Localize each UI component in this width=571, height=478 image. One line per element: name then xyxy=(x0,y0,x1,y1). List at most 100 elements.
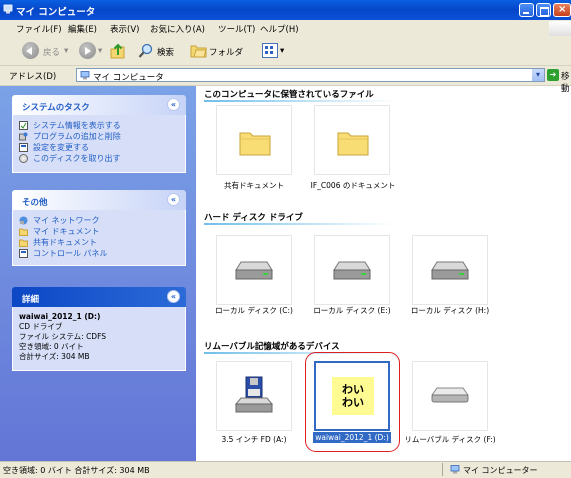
menu-edit[interactable]: 編集(E) xyxy=(68,23,97,35)
details-header[interactable]: 詳細 « xyxy=(12,287,186,307)
go-arrow-icon[interactable]: ➔ xyxy=(547,69,559,81)
floppy-drive-label: 3.5 インチ FD (A:) xyxy=(221,435,287,444)
close-icon: × xyxy=(558,4,567,15)
task-change-settings[interactable]: 設定を変更する xyxy=(19,142,179,153)
address-dropdown-icon[interactable]: ▾ xyxy=(532,69,544,81)
shared-folder-icon xyxy=(19,239,28,247)
control-panel-icon xyxy=(19,249,28,258)
collapse-chevron-icon[interactable]: « xyxy=(167,290,180,303)
system-tasks-header[interactable]: システムのタスク « xyxy=(12,95,186,115)
address-bar: アドレス(D) マイ コンピュータ ▾ ➔ 移動 xyxy=(0,66,571,94)
menu-favorites[interactable]: お気に入り(A) xyxy=(150,23,205,35)
other-places-header[interactable]: その他 « xyxy=(12,190,186,210)
menu-file[interactable]: ファイル(F) xyxy=(16,23,62,35)
forward-dropdown-icon[interactable]: ▾ xyxy=(98,46,102,56)
views-icon xyxy=(265,46,273,54)
hard-drive-icon xyxy=(333,261,371,280)
place-my-documents[interactable]: マイ ドキュメント xyxy=(19,226,179,237)
status-location: マイ コンピューター xyxy=(463,466,538,475)
eject-disc-icon xyxy=(19,154,28,163)
my-computer-small-icon xyxy=(80,71,90,80)
back-dropdown-icon[interactable]: ▾ xyxy=(64,46,68,56)
menu-view[interactable]: 表示(V) xyxy=(110,23,139,35)
toolbar: 戻る ▾ ▾ 検索 フォルダ ▾ xyxy=(0,37,571,66)
cd-drive-tile[interactable]: わい わい xyxy=(314,361,390,431)
section-removable-devices: リムーバブル記憶域があるデバイス xyxy=(204,342,340,352)
forward-button[interactable] xyxy=(79,42,96,59)
task-add-remove-programs[interactable]: プログラムの追加と削除 xyxy=(19,131,179,142)
drive-e-label: ローカル ディスク (E:) xyxy=(313,306,391,315)
search-button[interactable]: 検索 xyxy=(157,46,174,58)
menu-tools[interactable]: ツール(T) xyxy=(218,23,255,35)
task-view-system-info[interactable]: システム情報を表示する xyxy=(19,120,179,131)
control-panel-icon xyxy=(19,143,28,152)
go-button[interactable]: 移動 xyxy=(561,70,571,94)
floppy-drive-tile[interactable] xyxy=(216,361,292,431)
collapse-chevron-icon[interactable]: « xyxy=(167,98,180,111)
menu-bar: ファイル(F) 編集(E) 表示(V) お気に入り(A) ツール(T) ヘルプ(… xyxy=(0,20,571,38)
maximize-icon xyxy=(540,7,549,16)
place-shared-documents[interactable]: 共有ドキュメント xyxy=(19,237,179,248)
task-eject-disc[interactable]: このディスクを取り出す xyxy=(19,153,179,164)
removable-disk-icon xyxy=(431,387,469,403)
shared-documents-label: 共有ドキュメント xyxy=(224,181,284,190)
address-label: アドレス(D) xyxy=(9,72,57,82)
drive-h-label: ローカル ディスク (H:) xyxy=(410,306,490,315)
minimize-button[interactable] xyxy=(519,3,534,17)
status-text: 空き領域: 0 バイト 合計サイズ: 304 MB xyxy=(3,466,150,475)
cd-label-art: わい わい xyxy=(332,377,374,415)
views-button[interactable] xyxy=(262,43,278,58)
place-my-network[interactable]: マイ ネットワーク xyxy=(19,215,179,226)
system-tasks-panel: システムのタスク « システム情報を表示する プログラムの追加と削除 設定を変更す… xyxy=(12,95,186,173)
details-free-space: 空き領域: 0 バイト xyxy=(19,342,84,351)
address-input[interactable]: マイ コンピュータ ▾ xyxy=(76,68,545,83)
removable-disk-tile[interactable] xyxy=(412,361,488,431)
drive-h-tile[interactable] xyxy=(412,235,488,305)
hard-drive-icon xyxy=(431,261,469,280)
place-control-panel[interactable]: コントロール パネル xyxy=(19,248,179,259)
details-filesystem: ファイル システム: CDFS xyxy=(19,332,107,341)
section-stored-files: このコンピュータに保管されているファイル xyxy=(204,90,374,100)
minimize-icon xyxy=(523,12,529,14)
views-dropdown-icon[interactable]: ▾ xyxy=(280,46,284,56)
address-value: マイ コンピュータ xyxy=(93,73,164,83)
other-places-panel: その他 « マイ ネットワーク マイ ドキュメント 共有ドキュメント コントロール… xyxy=(12,190,186,266)
drive-c-label: ローカル ディスク (C:) xyxy=(215,306,293,315)
status-divider xyxy=(442,463,443,476)
details-name: waiwai_2012_1 (D:) xyxy=(19,312,101,321)
section-hard-disk-drives: ハード ディスク ドライブ xyxy=(204,213,303,223)
close-button[interactable]: × xyxy=(553,3,571,17)
maximize-button[interactable] xyxy=(536,3,551,17)
section-divider xyxy=(204,223,394,225)
user-documents-tile[interactable] xyxy=(314,105,390,175)
drive-c-tile[interactable] xyxy=(216,235,292,305)
folders-button[interactable]: フォルダ xyxy=(209,46,243,58)
collapse-chevron-icon[interactable]: « xyxy=(167,193,180,206)
system-info-icon xyxy=(19,121,28,130)
back-button[interactable]: 戻る xyxy=(43,46,60,58)
my-computer-icon xyxy=(3,4,13,14)
drive-e-tile[interactable] xyxy=(314,235,390,305)
details-total-size: 合計サイズ: 304 MB xyxy=(19,352,90,361)
status-bar: 空き領域: 0 バイト 合計サイズ: 304 MB マイ コンピューター xyxy=(0,461,571,478)
menu-help[interactable]: ヘルプ(H) xyxy=(260,23,299,35)
network-icon xyxy=(19,216,28,225)
details-type: CD ドライブ xyxy=(19,322,63,331)
documents-folder-icon xyxy=(19,228,28,236)
search-icon xyxy=(138,43,153,58)
folder-icon xyxy=(239,132,271,156)
section-divider xyxy=(204,100,394,102)
title-bar[interactable]: マイ コンピュータ × xyxy=(0,0,571,20)
folder-icon xyxy=(337,132,369,156)
other-places-title: その他 xyxy=(22,198,48,208)
window-title: マイ コンピュータ xyxy=(16,7,96,18)
details-title: 詳細 xyxy=(22,295,40,305)
cd-drive-label[interactable]: waiwai_2012_1 (D:) xyxy=(313,432,391,443)
task-pane: システムのタスク « システム情報を表示する プログラムの追加と削除 設定を変更す… xyxy=(0,86,196,461)
floppy-drive-icon xyxy=(235,376,273,413)
folders-icon xyxy=(190,45,207,58)
shared-documents-tile[interactable] xyxy=(216,105,292,175)
up-folder-icon[interactable] xyxy=(110,42,126,60)
removable-disk-label: リムーバブル ディスク (F:) xyxy=(404,435,496,444)
windows-logo xyxy=(549,21,571,36)
